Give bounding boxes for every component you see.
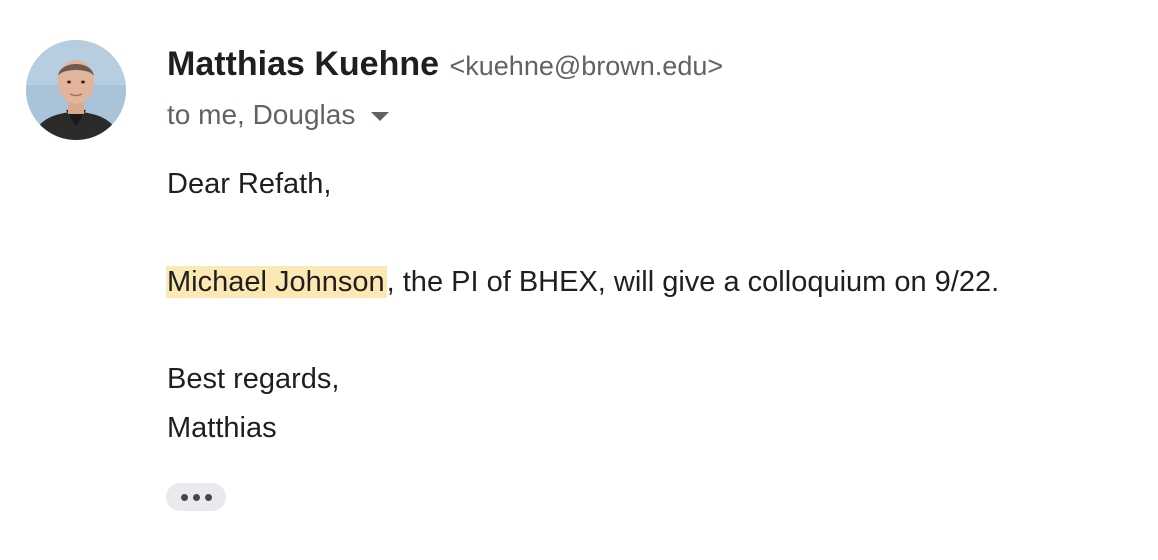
highlighted-name: Michael Johnson: [166, 266, 387, 298]
message-signature: Matthias: [167, 412, 277, 444]
sender-name[interactable]: Matthias Kuehne: [167, 45, 439, 83]
sender-avatar-photo: [26, 40, 126, 140]
message-sentence-rest: , the PI of BHEX, will give a colloquium…: [386, 266, 1000, 298]
message-greeting: Dear Refath,: [167, 168, 332, 200]
recipients-text: to me, Douglas: [167, 99, 356, 130]
show-trimmed-content-button[interactable]: [166, 483, 226, 511]
ellipsis-icon: [180, 493, 212, 501]
recipients-toggle[interactable]: to me, Douglas: [167, 96, 390, 134]
chevron-down-icon[interactable]: [371, 111, 390, 121]
message-main-line: Michael Johnson, the PI of BHEX, will gi…: [166, 264, 1000, 300]
message-closing: Best regards,: [167, 363, 340, 395]
sender-line: Matthias Kuehne <kuehne@brown.edu>: [167, 44, 723, 91]
sender-avatar[interactable]: [26, 40, 126, 140]
sender-email[interactable]: <kuehne@brown.edu>: [450, 51, 724, 81]
